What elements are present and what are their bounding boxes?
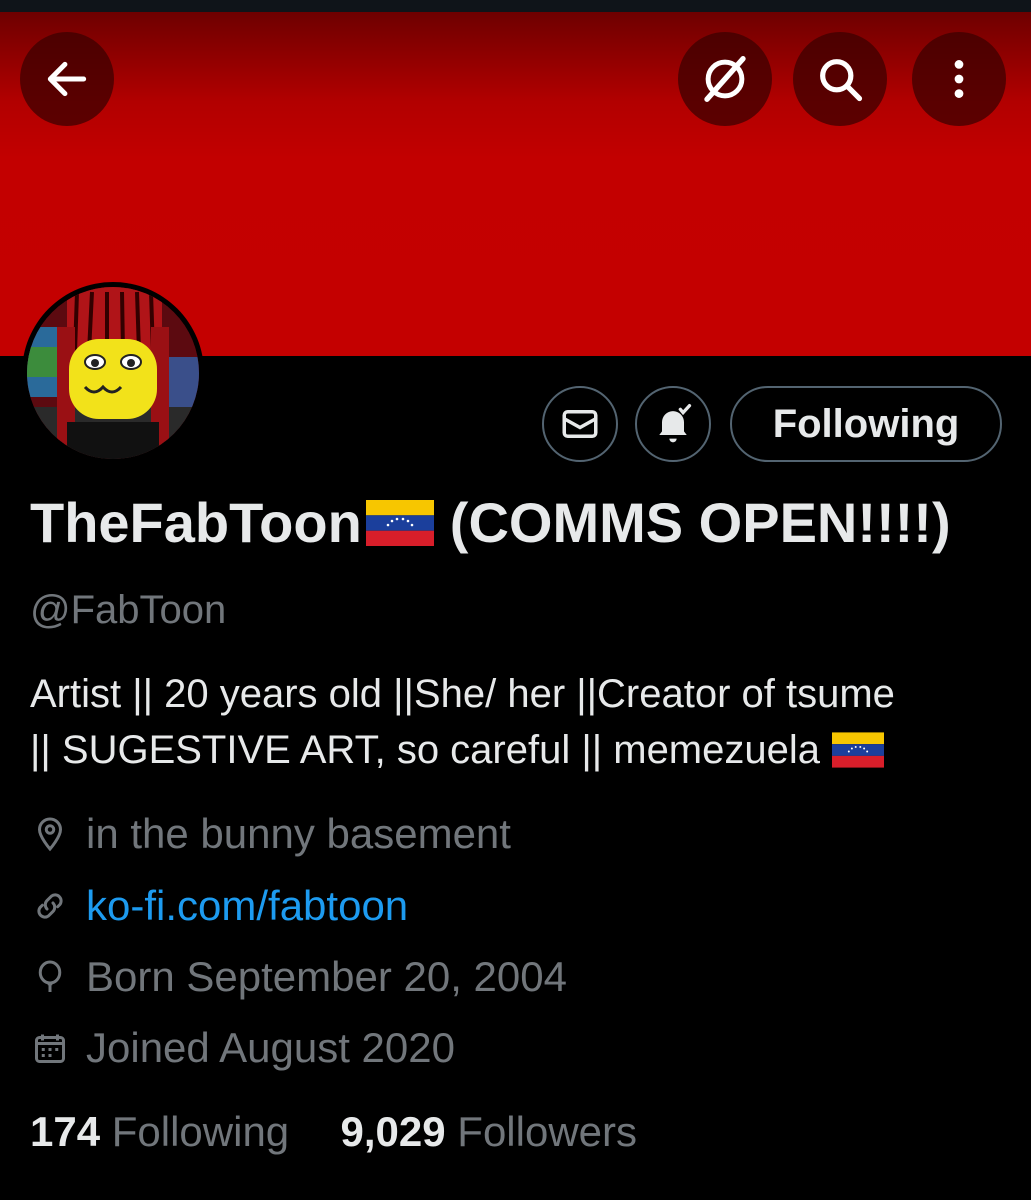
birthday-row: Born September 20, 2004 xyxy=(30,953,567,1001)
balloon-icon xyxy=(30,957,70,997)
follow-stats: 174 Following 9,029 Followers xyxy=(30,1108,637,1156)
envelope-icon xyxy=(562,410,598,438)
message-button[interactable] xyxy=(542,386,618,462)
website-row[interactable]: ko-fi.com/fabtoon xyxy=(30,882,408,930)
following-label: Following xyxy=(111,1108,290,1155)
calendar-icon xyxy=(30,1028,70,1068)
avatar[interactable] xyxy=(22,282,204,464)
grok-icon xyxy=(704,56,746,102)
avatar-image xyxy=(27,287,199,459)
display-name: TheFabToon (COMMS OPEN!!!!) xyxy=(30,490,951,555)
joined-row: Joined August 2020 xyxy=(30,1024,455,1072)
more-vertical-icon xyxy=(954,60,964,98)
following-count: 174 xyxy=(30,1108,101,1155)
grok-button[interactable] xyxy=(678,32,772,126)
search-button[interactable] xyxy=(793,32,887,126)
bio-line: || SUGESTIVE ART, so careful || memezuel… xyxy=(30,722,1005,778)
bio-line: Artist || 20 years old ||She/ her ||Crea… xyxy=(30,672,895,716)
venezuela-flag-icon xyxy=(832,732,884,768)
back-button[interactable] xyxy=(20,32,114,126)
location-text: in the bunny basement xyxy=(86,810,511,857)
handle: @FabToon xyxy=(30,588,227,632)
status-strip xyxy=(0,0,1031,12)
link-icon xyxy=(30,886,70,926)
search-icon xyxy=(820,59,863,102)
location-row: in the bunny basement xyxy=(30,810,511,858)
display-name-text: TheFabToon xyxy=(30,491,362,554)
joined-text: Joined August 2020 xyxy=(86,1024,455,1071)
display-name-suffix: (COMMS OPEN!!!!) xyxy=(449,491,951,554)
arrow-left-icon xyxy=(47,61,87,97)
followers-count: 9,029 xyxy=(340,1108,446,1155)
following-stat[interactable]: 174 Following xyxy=(30,1108,301,1155)
bell-check-icon xyxy=(659,404,692,443)
followers-stat[interactable]: 9,029 Followers xyxy=(341,1108,638,1155)
bio: Artist || 20 years old ||She/ her ||Crea… xyxy=(30,666,1005,778)
bio-line-text: || SUGESTIVE ART, so careful || memezuel… xyxy=(30,728,820,772)
venezuela-flag-icon xyxy=(365,499,434,546)
followers-label: Followers xyxy=(457,1108,638,1155)
notifications-button[interactable] xyxy=(635,386,711,462)
website-link[interactable]: ko-fi.com/fabtoon xyxy=(86,882,408,930)
following-button[interactable]: Following xyxy=(730,386,1002,462)
location-pin-icon xyxy=(30,814,70,854)
more-button[interactable] xyxy=(912,32,1006,126)
birthday-text: Born September 20, 2004 xyxy=(86,953,567,1000)
